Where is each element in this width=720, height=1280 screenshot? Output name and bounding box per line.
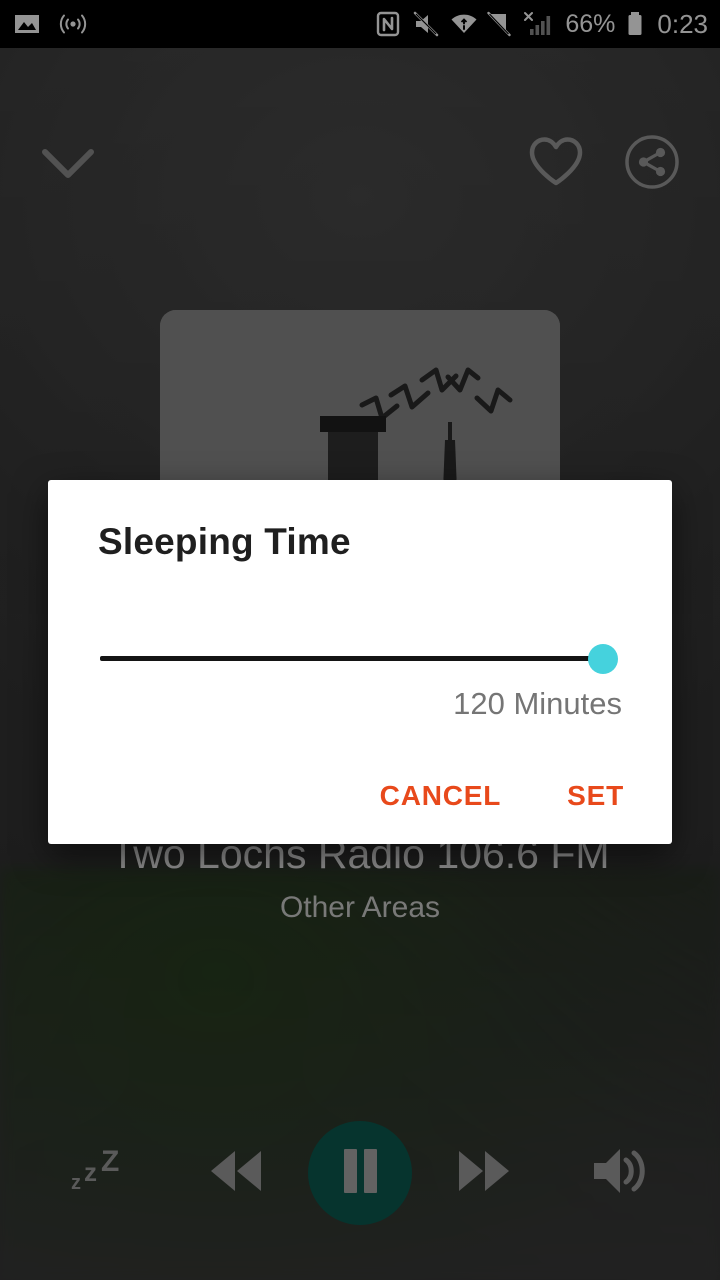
slider-thumb[interactable]	[588, 644, 618, 674]
dialog-title: Sleeping Time	[98, 521, 351, 562]
cancel-button[interactable]: CANCEL	[362, 770, 519, 822]
sleep-duration-slider[interactable]	[100, 640, 620, 680]
set-button[interactable]: SET	[549, 770, 642, 822]
slider-track[interactable]	[100, 656, 600, 661]
slider-value-label: 120 Minutes	[453, 686, 622, 721]
app-screen: Two Lochs Radio 106.6 FM Other Areas z z…	[0, 0, 720, 1280]
dialog-actions: CANCEL SET	[362, 770, 642, 822]
sleeping-time-dialog: Sleeping Time 120 Minutes CANCEL SET	[48, 480, 672, 844]
